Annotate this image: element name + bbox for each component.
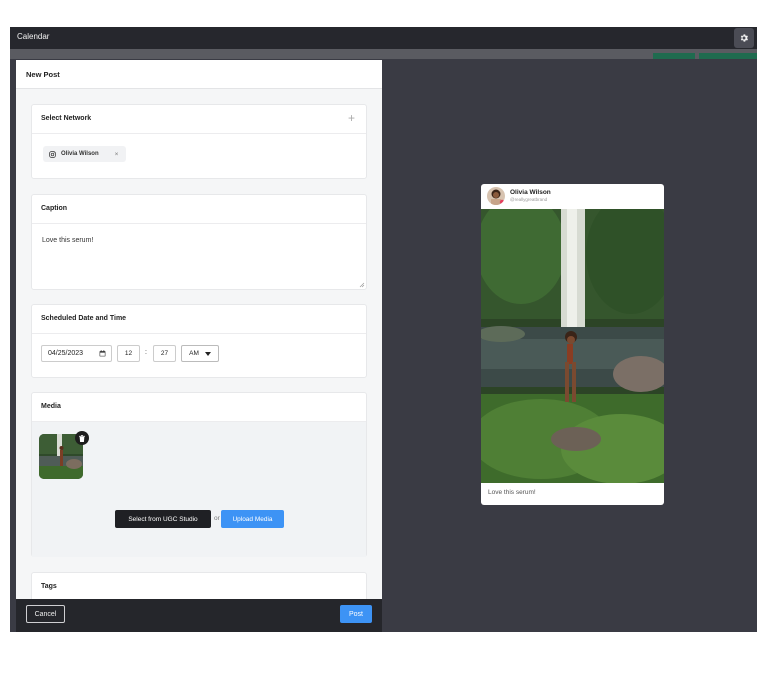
preview-header: Olivia Wilson @reallygreatbrand — [481, 184, 664, 209]
schedule-card: Scheduled Date and Time 04/25/2023 12 : … — [31, 304, 367, 378]
select-network-card: Select Network + Olivia Wilson × — [31, 104, 367, 179]
schedule-label: Scheduled Date and Time — [41, 315, 127, 322]
select-from-ugc-studio-button[interactable]: Select from UGC Studio — [115, 510, 211, 528]
chevron-down-icon — [204, 351, 211, 356]
media-header: Media — [32, 393, 366, 422]
schedule-header: Scheduled Date and Time — [32, 305, 366, 334]
gear-icon — [740, 34, 748, 42]
calendar-event-tab[interactable] — [699, 53, 757, 59]
caption-label: Caption — [41, 205, 68, 212]
avatar-image — [487, 187, 505, 205]
ampm-value: AM — [189, 350, 199, 357]
panel-footer: Cancel Post — [16, 599, 382, 632]
minute-input[interactable]: 27 — [153, 345, 176, 362]
add-network-button[interactable]: + — [348, 111, 355, 125]
select-network-header: Select Network + — [32, 105, 366, 134]
media-dropzone[interactable]: Select from UGC Studio or Upload Media — [32, 422, 366, 557]
resize-handle[interactable] — [359, 282, 365, 288]
cancel-button[interactable]: Cancel — [26, 605, 65, 623]
media-card: Media Select from UGC Studio or Upload M… — [31, 392, 367, 557]
select-network-label: Select Network — [41, 115, 92, 122]
tags-header: Tags — [32, 573, 366, 602]
avatar — [487, 187, 505, 205]
date-input[interactable]: 04/25/2023 — [41, 345, 112, 362]
calendar-header-strip — [10, 49, 757, 59]
ampm-select[interactable]: AM — [181, 345, 219, 362]
preview-username: Olivia Wilson — [510, 189, 551, 196]
post-preview: Olivia Wilson @reallygreatbrand Love thi… — [481, 184, 664, 505]
or-text: or — [214, 515, 220, 522]
network-chip[interactable]: Olivia Wilson × — [43, 146, 127, 162]
top-bar: Calendar — [10, 27, 757, 49]
network-chip-name: Olivia Wilson — [61, 151, 99, 157]
remove-network-button[interactable]: × — [115, 151, 119, 158]
calendar-window: Calendar New Post Select Network + Olivi… — [10, 27, 757, 632]
new-post-panel: New Post Select Network + Olivia Wilson … — [16, 60, 382, 632]
delete-media-button[interactable] — [75, 431, 89, 445]
preview-image — [481, 209, 664, 483]
window-title: Calendar — [17, 32, 50, 41]
media-label: Media — [41, 403, 61, 410]
hour-input[interactable]: 12 — [117, 345, 140, 362]
calendar-icon — [99, 350, 106, 357]
caption-card: Caption Love this serum! — [31, 194, 367, 290]
caption-header: Caption — [32, 195, 366, 224]
post-button[interactable]: Post — [340, 605, 372, 623]
settings-button[interactable] — [734, 28, 754, 48]
preview-caption: Love this serum! — [488, 489, 536, 496]
panel-title: New Post — [26, 70, 60, 79]
preview-handle: @reallygreatbrand — [510, 197, 548, 202]
date-value: 04/25/2023 — [48, 350, 84, 357]
upload-media-button[interactable]: Upload Media — [221, 510, 284, 528]
calendar-event-tab[interactable] — [653, 53, 695, 59]
instagram-icon — [49, 150, 56, 158]
time-separator: : — [145, 349, 147, 356]
caption-textarea[interactable]: Love this serum! — [32, 224, 366, 288]
tags-label: Tags — [41, 583, 57, 590]
trash-icon — [79, 434, 85, 442]
panel-header: New Post — [16, 60, 382, 89]
